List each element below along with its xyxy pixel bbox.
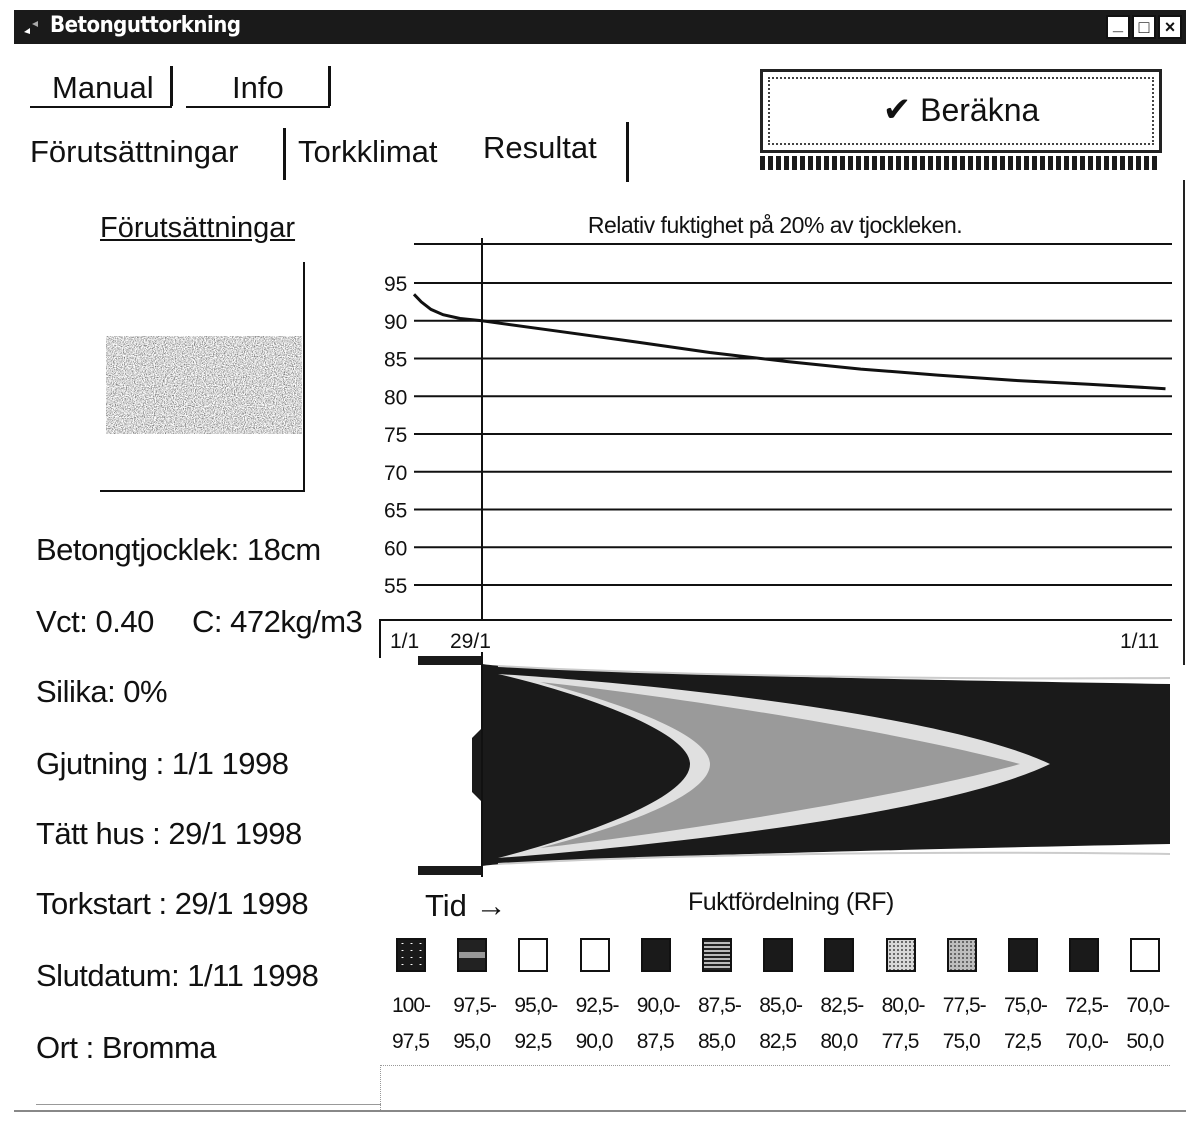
concrete-thumbnail [100, 262, 305, 492]
legend-swatch [702, 938, 732, 972]
legend-swatch [763, 938, 794, 972]
legend-range-upper: 75,0- [1004, 994, 1048, 1017]
rh-chart: 95 90 85 80 75 70 65 60 55 1/1 29/1 1/11 [379, 238, 1172, 658]
close-icon: × [1164, 17, 1176, 37]
manual-tab-underline [30, 106, 172, 108]
close-button[interactable]: × [1158, 15, 1182, 39]
legend-swatch [457, 938, 488, 972]
x-tick-label: 29/1 [450, 630, 491, 653]
legend-range-lower: 82,5 [759, 1030, 797, 1053]
progress-bar [760, 156, 1158, 170]
legend-range-upper: 92,5- [575, 994, 620, 1017]
maximize-icon: □ [1138, 17, 1150, 37]
section-title: Förutsättningar [100, 212, 296, 244]
y-tick-label: 95 [384, 273, 407, 296]
cement-text: C: 472kg/m3 [192, 604, 363, 639]
legend-swatch [518, 938, 549, 972]
legend-range-upper: 85,0- [759, 994, 803, 1017]
legend-range-upper: 97,5- [453, 994, 497, 1017]
time-axis-label: Tid → [425, 888, 507, 923]
distribution-title: Fuktfördelning (RF) [688, 888, 894, 916]
gjutning-text: Gjutning : 1/1 1998 [36, 746, 289, 781]
legend-range-upper: 77,5- [942, 994, 987, 1017]
y-tick-label: 55 [384, 575, 407, 598]
tab-forutsattningar[interactable]: Förutsättningar [30, 134, 239, 170]
silika-text: Silika: 0% [36, 674, 168, 709]
legend-swatch [579, 938, 610, 972]
info-tab-underline [186, 106, 330, 108]
slutdatum-text: Slutdatum: 1/11 1998 [36, 958, 319, 993]
legend-swatch [640, 938, 671, 972]
manual-tab[interactable]: Manual [52, 70, 154, 106]
legend-range-upper: 80,0- [881, 994, 926, 1017]
legend-swatch [885, 938, 916, 972]
minimize-icon: _ [1112, 14, 1123, 34]
legend-range-lower: 80,0 [820, 1030, 858, 1053]
legend-range-upper: 95,0- [514, 994, 558, 1017]
y-tick-label: 85 [384, 349, 407, 372]
legend-range-lower: 87,5 [636, 1030, 675, 1053]
series-line [412, 293, 1166, 391]
minimize-button[interactable]: _ [1106, 15, 1130, 39]
moisture-distribution [418, 652, 1170, 877]
tab-separator [626, 122, 629, 182]
legend-range-lower: 97,5 [392, 1030, 430, 1053]
legend-range-lower: 75,0 [942, 1030, 981, 1053]
vct-text: Vct: 0.40 [36, 604, 154, 639]
legend-range-upper: 70,0- [1126, 994, 1170, 1017]
legend-range-lower: 92,5 [514, 1030, 552, 1053]
legend-range-upper: 72,5- [1065, 994, 1109, 1017]
y-tick-label: 70 [384, 462, 407, 485]
x-tick-label: 1/11 [1120, 630, 1159, 653]
x-tick-label: 1/1 [390, 630, 419, 653]
info-tab[interactable]: Info [232, 70, 284, 106]
legend-swatch [824, 938, 855, 972]
legend-range-lower: 85,0 [698, 1030, 736, 1053]
legend-divider-vertical [380, 1065, 382, 1110]
tatt-hus-text: Tätt hus : 29/1 1998 [36, 816, 302, 851]
legend-range-upper: 90,0- [636, 994, 681, 1017]
y-tick-label: 60 [384, 537, 407, 560]
legend-divider [380, 1065, 1170, 1067]
legend-range-lower: 95,0 [453, 1030, 491, 1053]
compute-label: Beräkna [920, 92, 1040, 128]
maximize-button[interactable]: □ [1132, 15, 1156, 39]
info-tab-separator [328, 66, 331, 106]
app-icon [24, 21, 38, 34]
panel-border [1183, 180, 1185, 665]
legend-range-lower: 50,0 [1126, 1030, 1164, 1053]
y-tick-label: 80 [384, 386, 407, 409]
legend-swatch [1130, 938, 1161, 972]
legend-range-lower: 77,5 [881, 1030, 920, 1053]
legend-range-lower: 72,5 [1004, 1030, 1042, 1053]
legend-range-lower: 90,0 [575, 1030, 614, 1053]
compute-label-wrap: ✔ Beräkna [763, 90, 1159, 130]
y-tick-label: 75 [384, 424, 407, 447]
compute-button[interactable]: ✔ Beräkna [760, 69, 1162, 153]
legend-swatch [946, 938, 977, 972]
ort-text: Ort : Bromma [36, 1030, 217, 1065]
legend-range-lower: 70,0- [1065, 1030, 1109, 1053]
window-title: Betonguttorkning [50, 13, 241, 38]
y-tick-label: 65 [384, 500, 407, 523]
tab-torkklimat[interactable]: Torkklimat [298, 134, 438, 170]
window-bottom-border [14, 1110, 1186, 1112]
check-icon: ✔ [882, 91, 912, 129]
legend-swatch [396, 938, 426, 972]
manual-tab-separator [170, 66, 173, 106]
panel-divider [36, 1104, 381, 1105]
thickness-text: Betongtjocklek: 18cm [36, 532, 321, 567]
torkstart-text: Torkstart : 29/1 1998 [36, 886, 309, 921]
legend-swatch [1069, 938, 1100, 972]
legend-range-upper: 100- [392, 994, 431, 1017]
tab-separator [283, 128, 286, 180]
legend-range-upper: 87,5- [698, 994, 742, 1017]
legend-swatch [1008, 938, 1038, 972]
chart-title: Relativ fuktighet på 20% av tjockleken. [587, 212, 963, 238]
tab-resultat[interactable]: Resultat [483, 130, 597, 166]
legend-range-upper: 82,5- [820, 994, 864, 1017]
y-tick-label: 90 [384, 311, 407, 334]
